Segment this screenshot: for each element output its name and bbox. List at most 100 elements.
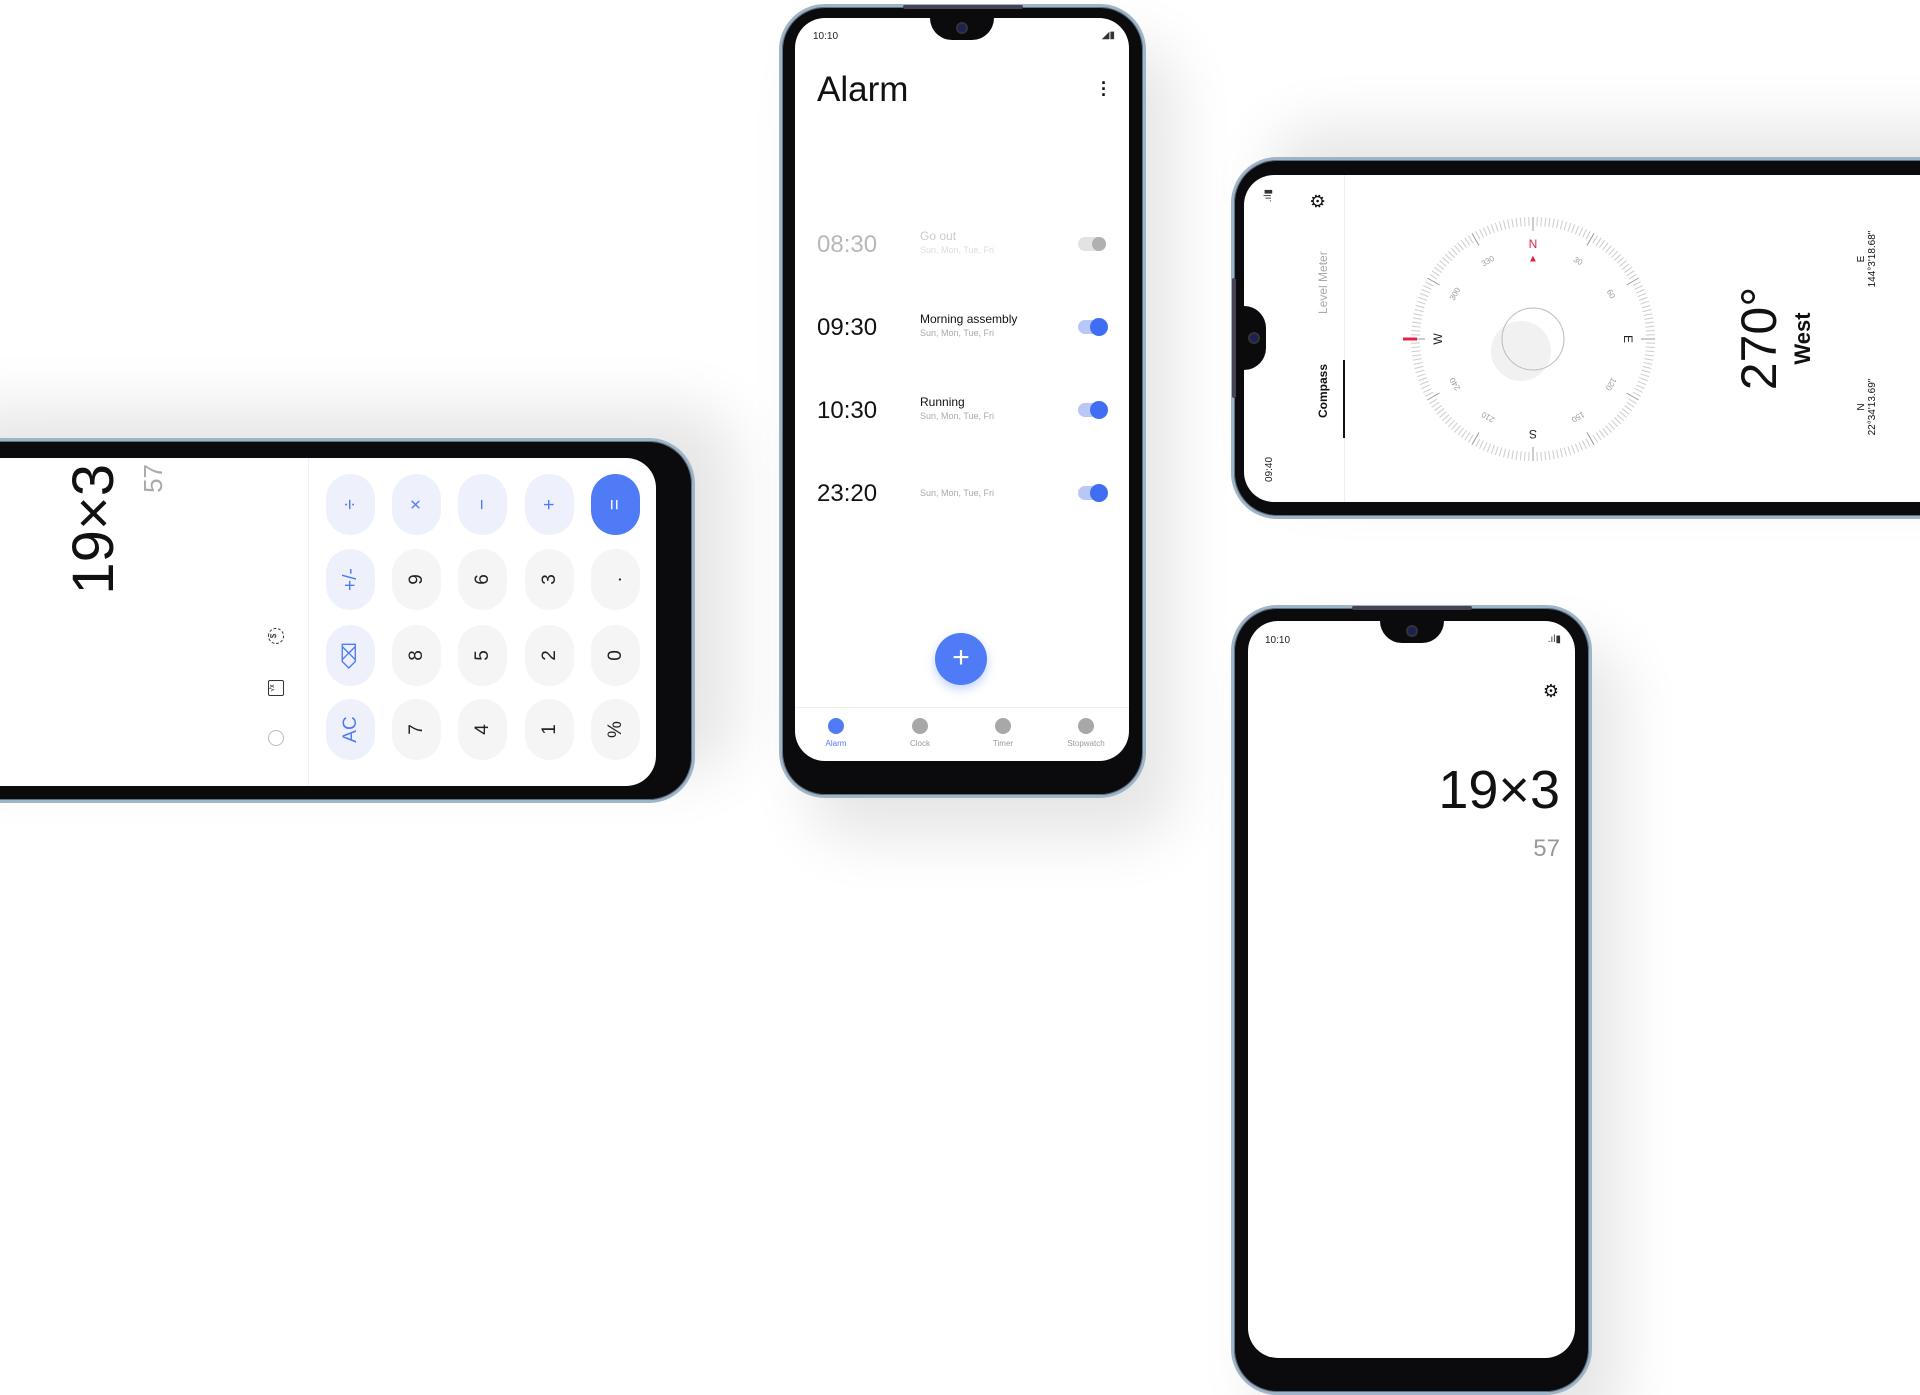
- key-18[interactable]: .: [591, 549, 640, 610]
- dial-tick: [1579, 442, 1583, 450]
- history-icon[interactable]: [268, 730, 284, 746]
- dial-tick: [1423, 389, 1431, 393]
- more-options-icon[interactable]: ···: [1101, 80, 1107, 98]
- dial-tick: [1432, 271, 1439, 276]
- dial-tick: [1440, 261, 1447, 267]
- dial-tick: [1422, 289, 1430, 293]
- alarm-time: 08:30: [817, 231, 877, 259]
- key-2[interactable]: +/-: [326, 549, 375, 610]
- compass-screen: 09:40 .ıl▮ Compass Level Meter ⚙ NESW306…: [1244, 175, 1920, 502]
- dial-tick: [1645, 351, 1654, 352]
- key-16[interactable]: %: [591, 699, 640, 760]
- dial-tick: [1639, 378, 1647, 381]
- dial-tick: [1495, 223, 1498, 232]
- dial-tick: [1416, 370, 1425, 372]
- cardinal-e: E: [1621, 335, 1635, 343]
- key-8[interactable]: 4: [458, 699, 507, 760]
- alarm-time: 10:30: [817, 397, 877, 425]
- dial-tick: [1586, 231, 1590, 239]
- nav-label: Timer: [968, 739, 1038, 748]
- dial-tick: [1508, 450, 1510, 459]
- add-alarm-button[interactable]: +: [935, 633, 987, 685]
- dial-tick: [1620, 261, 1627, 267]
- dial-tick: [1503, 221, 1505, 230]
- dial-tick: [1458, 428, 1464, 435]
- dial-tick: [1553, 450, 1555, 459]
- degree-label: 60: [1605, 288, 1618, 301]
- key-4[interactable]: 7: [392, 699, 441, 760]
- key-15[interactable]: +: [525, 474, 574, 535]
- key-0[interactable]: AC: [326, 699, 375, 760]
- gear-icon[interactable]: ⚙: [1543, 681, 1559, 702]
- dial-tick: [1442, 257, 1449, 263]
- page-title: Alarm: [817, 70, 908, 110]
- dial-tick: [1617, 257, 1624, 263]
- tab-stopwatch[interactable]: Stopwatch: [1051, 718, 1121, 748]
- key-11[interactable]: −: [458, 474, 507, 535]
- dial-tick: [1609, 248, 1615, 255]
- dial-tick: [1642, 305, 1651, 307]
- alarm-row[interactable]: 23:20Sun, Mon, Tue, Fri: [795, 474, 1129, 514]
- key-14[interactable]: 3: [525, 549, 574, 610]
- alarm-toggle[interactable]: [1078, 486, 1106, 500]
- key-9[interactable]: 5: [458, 625, 507, 686]
- compass-dial: NESW3060120150210240300330▲: [1403, 209, 1663, 469]
- dial-tick: [1468, 435, 1473, 443]
- dial-tick: [1635, 286, 1643, 290]
- dial-tick: [1430, 274, 1438, 279]
- tab-timer[interactable]: Timer: [968, 718, 1038, 748]
- alarm-row[interactable]: 08:30Go outSun, Mon, Tue, Fri: [795, 225, 1129, 265]
- dial-tick: [1437, 264, 1444, 270]
- dial-tick: [1644, 318, 1653, 320]
- hourglass-icon: [995, 718, 1011, 734]
- key-19[interactable]: =: [591, 474, 640, 535]
- scientific-icon[interactable]: √x: [268, 680, 284, 696]
- dial-tick: [1603, 428, 1609, 435]
- dial-tick: [1629, 399, 1637, 404]
- dial-tick: [1430, 399, 1438, 404]
- dial-tick: [1586, 439, 1590, 447]
- dial-tick: [1503, 449, 1505, 458]
- dial-tick: [1638, 381, 1646, 384]
- key-1[interactable]: ⌫: [326, 625, 375, 686]
- dial-tick: [1556, 220, 1558, 229]
- cardinal-s: S: [1529, 427, 1537, 441]
- longitude-label: E: [1856, 194, 1867, 324]
- key-12[interactable]: 1: [525, 699, 574, 760]
- dial-tick: [1568, 446, 1571, 455]
- tab-compass[interactable]: Compass: [1316, 364, 1330, 418]
- key-10[interactable]: 6: [458, 549, 507, 610]
- dial-tick: [1524, 452, 1525, 461]
- dial-tick: [1640, 301, 1649, 304]
- key-6[interactable]: 9: [392, 549, 441, 610]
- alarm-toggle[interactable]: [1078, 403, 1106, 417]
- key-5[interactable]: 8: [392, 625, 441, 686]
- latitude-value: 22°34'13.69": [1867, 342, 1878, 472]
- key-7[interactable]: ×: [392, 474, 441, 535]
- dial-tick: [1520, 218, 1521, 227]
- tab-clock[interactable]: Clock: [885, 718, 955, 748]
- tab-level-meter[interactable]: Level Meter: [1316, 251, 1330, 314]
- alarm-days: Sun, Mon, Tue, Fri: [920, 488, 994, 498]
- dial-tick: [1495, 446, 1498, 455]
- alarm-toggle[interactable]: [1078, 237, 1106, 251]
- key-17[interactable]: 0: [591, 625, 640, 686]
- camera-notch: [1244, 307, 1266, 371]
- alarm-row[interactable]: 09:30Morning assemblySun, Mon, Tue, Fri: [795, 308, 1129, 348]
- dial-tick: [1545, 451, 1546, 460]
- heading-marker: [1403, 338, 1417, 341]
- degree-label: 240: [1448, 375, 1463, 392]
- dial-tick: [1412, 322, 1421, 323]
- tab-alarm[interactable]: Alarm: [801, 718, 871, 748]
- alarm-row[interactable]: 10:30RunningSun, Mon, Tue, Fri: [795, 391, 1129, 431]
- gear-icon[interactable]: ⚙: [1308, 193, 1329, 209]
- alarm-toggle[interactable]: [1078, 320, 1106, 334]
- level-bubble: [1491, 321, 1551, 381]
- calc-result: 57: [1533, 835, 1560, 863]
- key-3[interactable]: ÷: [326, 474, 375, 535]
- key-13[interactable]: 2: [525, 625, 574, 686]
- dial-tick: [1455, 426, 1461, 433]
- dial-tick: [1448, 420, 1454, 426]
- dial-tick: [1614, 417, 1620, 423]
- currency-convert-icon[interactable]: $: [268, 628, 284, 644]
